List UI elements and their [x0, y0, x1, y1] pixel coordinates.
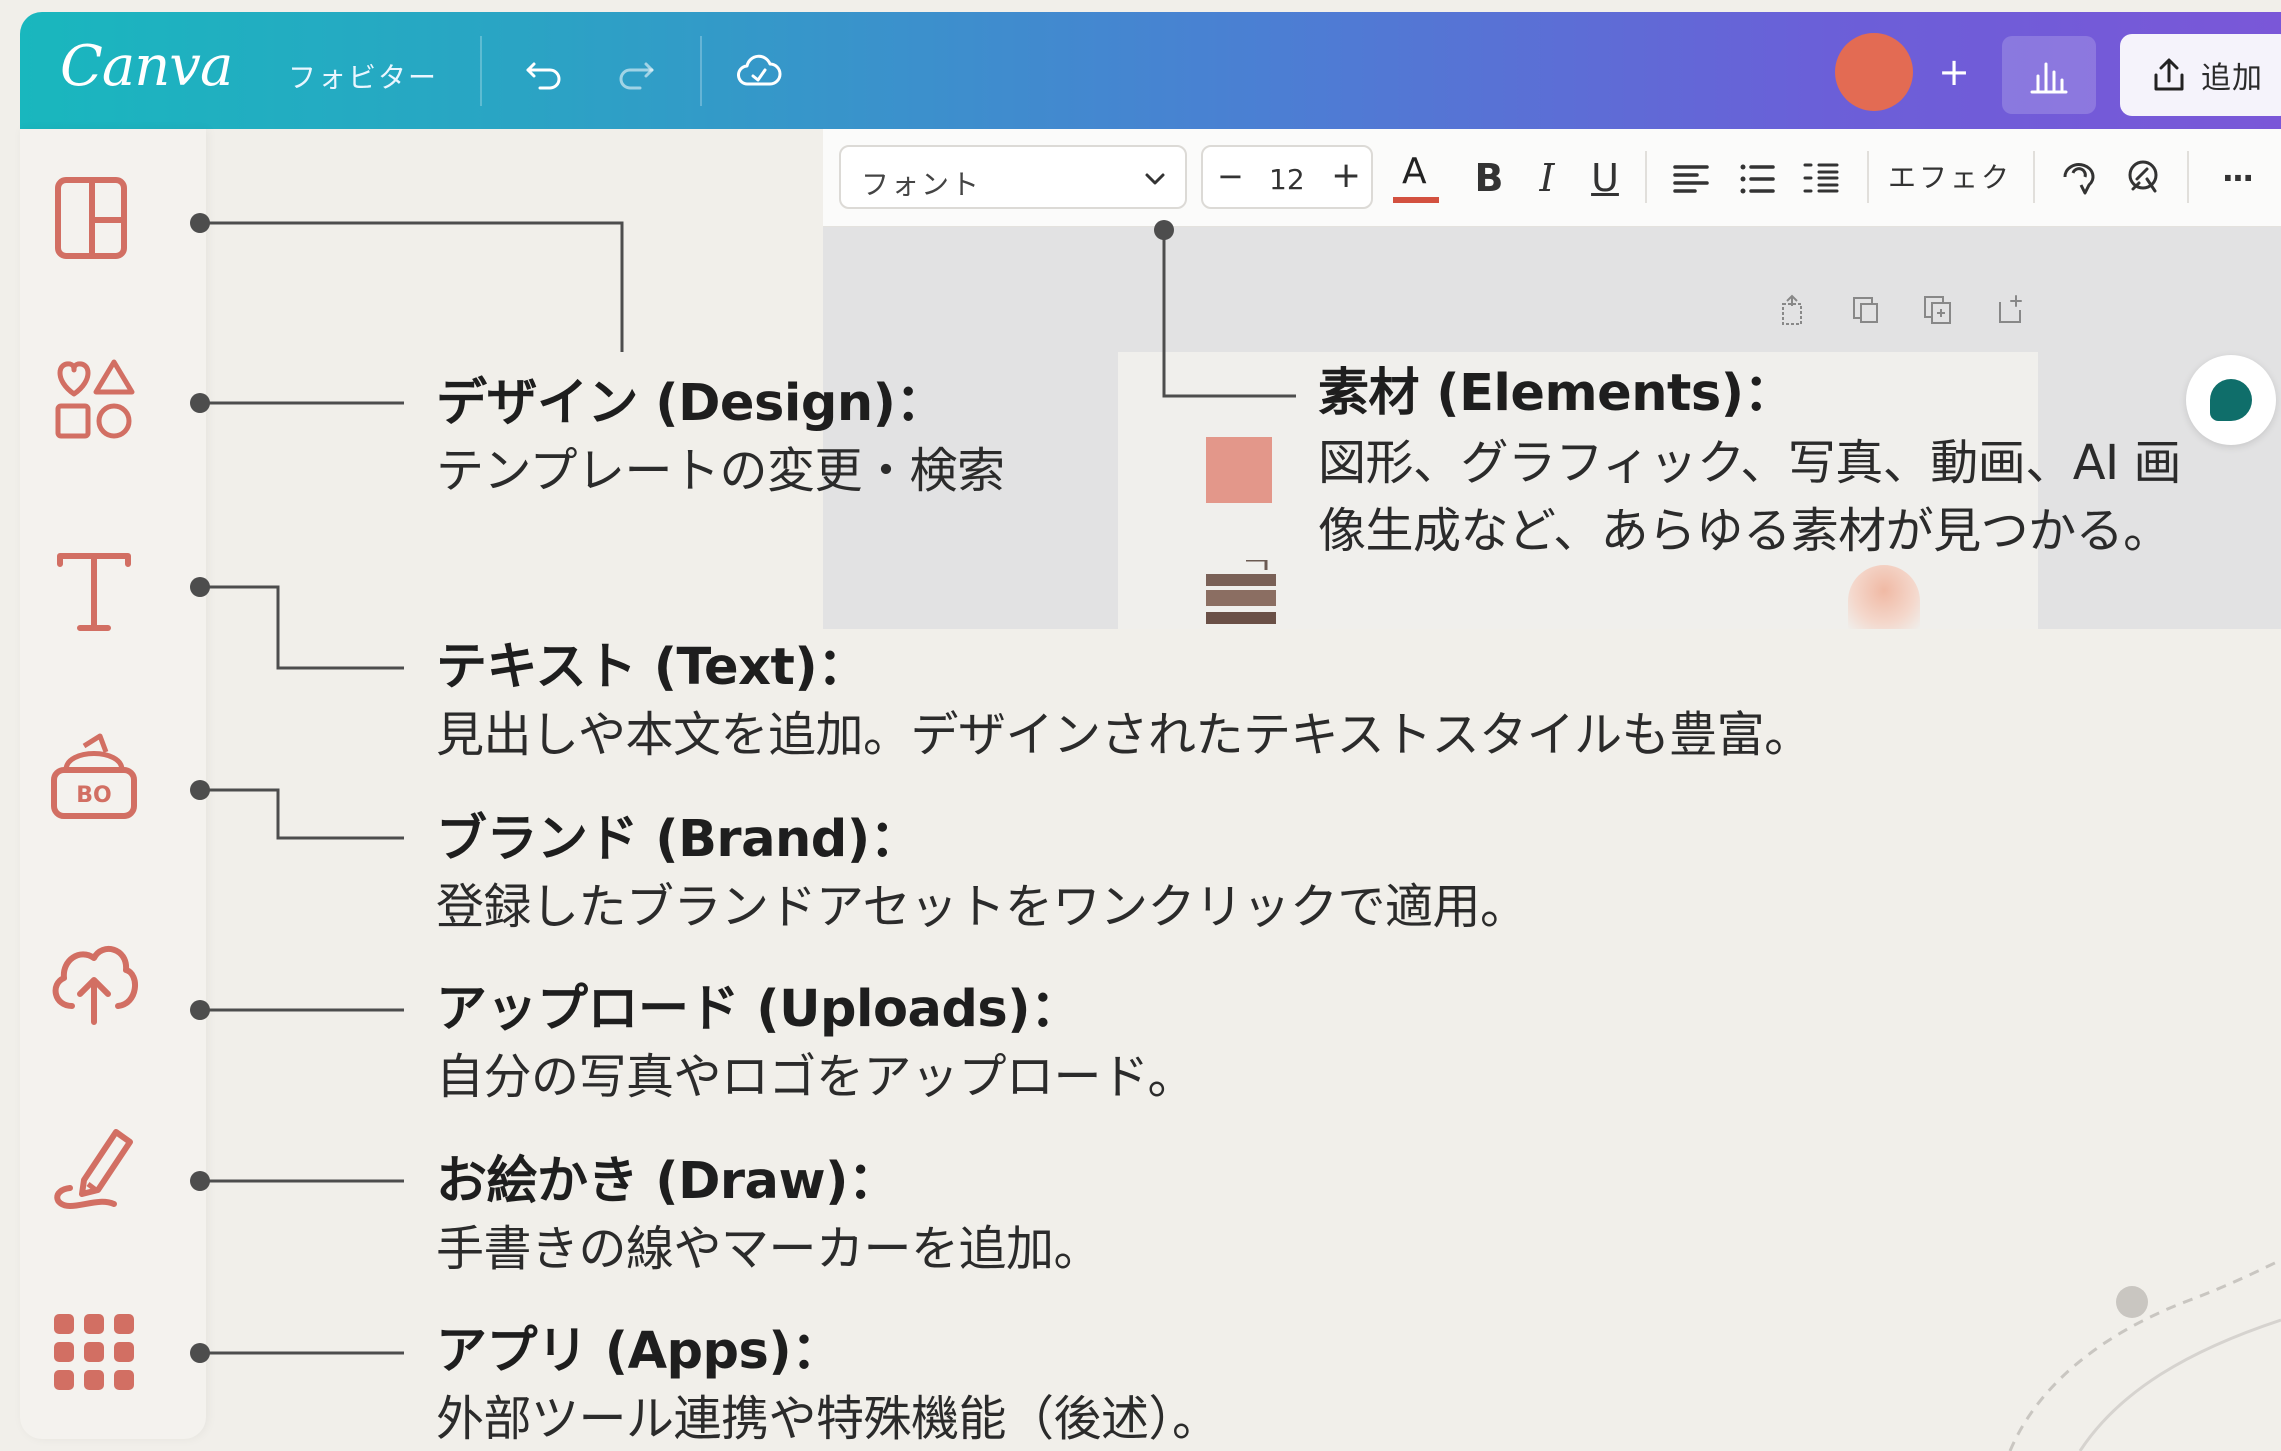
annotation-elements-title: 素材 (Elements)：: [1318, 364, 1795, 423]
annotation-draw-title: お絵かき (Draw)：: [436, 1152, 899, 1211]
annotation-apps: アプリ (Apps)： 外部ツール連携や特殊機能（後述）。: [436, 1318, 1220, 1451]
annotation-apps-title: アプリ (Apps)：: [436, 1322, 842, 1381]
annotation-text: テキスト (Text)： 見出しや本文を追加。デザインされたテキストスタイルも豊…: [436, 634, 1812, 768]
annotation-brand-desc: 登録したブランドアセットをワンクリックで適用。: [436, 878, 1528, 935]
annotation-elements-desc: 図形、グラフィック、写真、動画、AI 画像生成など、あらゆる素材が見つかる。: [1318, 434, 2181, 559]
annotation-elements: 素材 (Elements)： 図形、グラフィック、写真、動画、AI 画像生成など…: [1318, 360, 2228, 565]
annotation-text-desc: 見出しや本文を追加。デザインされたテキストスタイルも豊富。: [436, 706, 1812, 763]
annotation-design-title: デザイン (Design)：: [436, 374, 946, 433]
annotation-uploads: アップロード (Uploads)： 自分の写真やロゴをアップロード。: [436, 976, 1196, 1110]
annotation-uploads-title: アップロード (Uploads)：: [436, 980, 1081, 1039]
annotation-draw: お絵かき (Draw)： 手書きの線やマーカーを追加。: [436, 1148, 1102, 1282]
annotation-uploads-desc: 自分の写真やロゴをアップロード。: [436, 1048, 1196, 1105]
annotation-brand-title: ブランド (Brand)：: [436, 810, 921, 869]
annotation-design: デザイン (Design)： テンプレートの変更・検索: [436, 370, 1005, 504]
annotation-apps-desc: 外部ツール連携や特殊機能（後述）。: [436, 1390, 1220, 1447]
annotation-draw-desc: 手書きの線やマーカーを追加。: [436, 1220, 1102, 1277]
annotation-design-desc: テンプレートの変更・検索: [436, 442, 1005, 499]
annotation-brand: ブランド (Brand)： 登録したブランドアセットをワンクリックで適用。: [436, 806, 1528, 940]
annotation-text-title: テキスト (Text)：: [436, 638, 868, 697]
